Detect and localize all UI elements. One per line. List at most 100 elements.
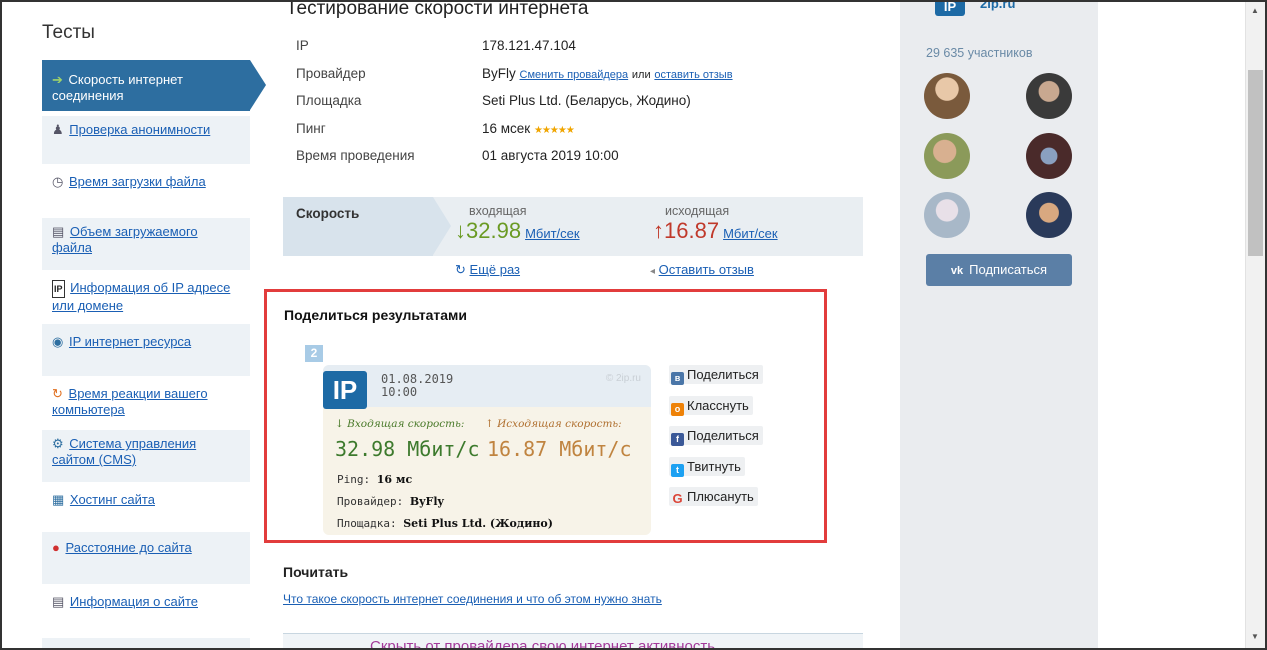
info-key: Провайдер — [296, 65, 366, 81]
sidebar-item-ip-info[interactable]: IP Информация об IP адресе или домене — [42, 274, 250, 320]
card-provider-value: ByFly — [409, 495, 444, 508]
avatar[interactable] — [924, 133, 970, 179]
test-info-table: IP 178.121.47.104 Провайдер ByFly Сменит… — [296, 38, 733, 176]
card-out-value: 16.87 Мбит/с — [487, 437, 632, 461]
twitter-icon: t — [671, 464, 684, 477]
sidebar-item-label[interactable]: Расстояние до сайта — [65, 540, 191, 555]
sidebar-item-hosting[interactable]: ▦ Хостинг сайта — [42, 486, 250, 532]
sidebar-item-ip-resource[interactable]: ◉ IP интернет ресурса — [42, 324, 250, 376]
retry-group: ↻ Ещё раз — [455, 262, 520, 278]
info-row-platform: Площадка Seti Plus Ltd. (Беларусь, Жодин… — [296, 93, 733, 121]
speed-icon: ➔ — [52, 72, 63, 87]
share-vk-button[interactable]: в Поделиться — [669, 365, 763, 385]
page-scrollbar[interactable]: ▲ ▼ — [1245, 0, 1265, 650]
leave-review-link[interactable]: Оставить отзыв — [659, 262, 754, 277]
refresh-icon: ↻ — [455, 262, 466, 277]
sidebar-item-label[interactable]: Информация о сайте — [70, 594, 198, 609]
anonymity-icon: ♟ — [52, 122, 64, 137]
sidebar-item-label[interactable]: Объем загружаемого файла — [52, 224, 198, 255]
subscribe-label: Подписаться — [969, 262, 1048, 277]
test-time: 01 августа 2019 10:00 — [482, 148, 619, 163]
card-platform-value: Seti Plus Ltd. (Жодино) — [403, 517, 553, 530]
card-platform-label: Площадка: — [337, 517, 397, 530]
sidebar-item-site-info[interactable]: ▤ Информация о сайте — [42, 588, 250, 634]
card-provider: Провайдер: ByFly — [337, 495, 444, 508]
ping-value-group: 16 мсек ★★★★★ — [482, 121, 575, 149]
card-in-value: 32.98 Мбит/с — [335, 437, 480, 461]
sidebar-item-label[interactable]: Система управления сайтом (CMS) — [52, 436, 196, 467]
sidebar-item-next[interactable] — [42, 638, 250, 650]
upload-arrow-icon: ↑ — [653, 218, 664, 243]
sidebar-item-file-size[interactable]: ▤ Объем загружаемого файла — [42, 218, 250, 270]
avatar[interactable] — [924, 192, 970, 238]
scrollbar-thumb[interactable] — [1248, 70, 1263, 256]
info-key: IP — [296, 38, 309, 53]
sidebar-item-label[interactable]: Время загрузки файла — [69, 174, 206, 189]
change-provider-link[interactable]: Сменить провайдера — [520, 69, 629, 81]
card-ping-label: Ping: — [337, 473, 371, 486]
ip-resource-icon: ◉ — [52, 334, 64, 349]
provider-name: ByFly — [482, 65, 516, 81]
info-row-ip: IP 178.121.47.104 — [296, 38, 733, 66]
info-row-ping: Пинг 16 мсек ★★★★★ — [296, 121, 733, 149]
step-badge: 2 — [305, 345, 323, 362]
site-info-icon: ▤ — [52, 594, 65, 609]
facebook-icon: f — [671, 433, 684, 446]
info-key: Площадка — [296, 93, 362, 108]
scroll-up-icon[interactable]: ▲ — [1251, 6, 1259, 15]
card-site: © 2ip.ru — [605, 373, 641, 384]
download-arrow-icon: ↓ — [455, 218, 466, 243]
download-speed: входящая ↓32.98 Мбит/сек — [455, 204, 580, 244]
card-header: IP 01.08.2019 10:00 © 2ip.ru — [323, 365, 651, 409]
card-datetime: 01.08.2019 10:00 — [381, 373, 453, 399]
share-facebook-button[interactable]: f Поделиться — [669, 426, 763, 446]
sidebar-item-label[interactable]: Время реакции вашего компьютера — [52, 386, 208, 417]
sidebar-item-label[interactable]: Информация об IP адресе или домене — [52, 280, 230, 313]
review-group: ◂ Оставить отзыв — [650, 262, 754, 277]
vk-group-logo[interactable]: IP — [935, 0, 965, 16]
sidebar-item-label[interactable]: Проверка анонимности — [69, 122, 210, 137]
sidebar-item-speed[interactable]: ➔ Скорость интернет соединения — [42, 60, 266, 111]
sidebar-item-label[interactable]: Хостинг сайта — [70, 492, 155, 507]
sidebar-item-anonymity[interactable]: ♟ Проверка анонимности — [42, 116, 250, 164]
sidebar-item-reaction-time[interactable]: ↻ Время реакции вашего компьютера — [42, 380, 250, 426]
speed-result-box: Скорость входящая ↓32.98 Мбит/сек исходящ… — [283, 197, 863, 256]
avatar[interactable] — [1026, 73, 1072, 119]
card-ping: Ping: 16 мс — [337, 473, 412, 486]
read-article-link[interactable]: Что такое скорость интернет соединения и… — [283, 592, 662, 606]
sidebar-item-cms[interactable]: ⚙ Система управления сайтом (CMS) — [42, 430, 250, 482]
promo-banner[interactable]: Скрыть от провайдера свою интернет актив… — [283, 633, 863, 650]
card-provider-label: Провайдер: — [337, 495, 404, 508]
card-in-label: ↓ Входящая скорость: — [335, 418, 465, 430]
download-value: 32.98 — [466, 218, 522, 243]
vk-widget: IP 2ip.ru 29 635 участников vk Подписатьс… — [900, 0, 1098, 650]
avatar[interactable] — [924, 73, 970, 119]
odnoklassniki-icon: о — [671, 403, 684, 416]
upload-unit-link[interactable]: Мбит/сек — [723, 226, 778, 241]
rating-stars: ★★★★★ — [533, 124, 575, 136]
vk-icon: в — [671, 372, 684, 385]
upload-value: 16.87 — [664, 218, 720, 243]
avatar[interactable] — [1026, 192, 1072, 238]
info-row-provider: Провайдер ByFly Сменить провайдера или о… — [296, 66, 733, 94]
speed-label: Скорость — [283, 197, 451, 256]
share-twitter-button[interactable]: t Твитнуть — [669, 457, 745, 477]
retry-link[interactable]: Ещё раз — [470, 262, 520, 277]
info-row-time: Время проведения 01 августа 2019 10:00 — [296, 148, 733, 176]
scroll-down-icon[interactable]: ▼ — [1251, 632, 1259, 641]
share-title: Поделиться результатами — [284, 307, 467, 323]
vk-members-count[interactable]: 29 635 участников — [926, 46, 1032, 60]
sidebar-item-label[interactable]: IP интернет ресурса — [69, 334, 191, 349]
sidebar-item-download-time[interactable]: ◷ Время загрузки файла — [42, 168, 250, 214]
download-unit-link[interactable]: Мбит/сек — [525, 226, 580, 241]
vk-subscribe-button[interactable]: vk Подписаться — [926, 254, 1072, 286]
leave-review-small-link[interactable]: оставить отзыв — [654, 69, 732, 81]
share-google-plus-button[interactable]: G Плюсануть — [669, 487, 758, 506]
read-section-title: Почитать — [283, 564, 349, 580]
share-button-label: Класснуть — [687, 398, 749, 413]
share-ok-button[interactable]: о Класснуть — [669, 396, 753, 416]
sidebar-item-distance[interactable]: ● Расстояние до сайта — [42, 532, 250, 584]
avatar[interactable] — [1026, 133, 1072, 179]
vk-group-name[interactable]: 2ip.ru — [980, 0, 1015, 11]
hosting-icon: ▦ — [52, 492, 65, 507]
